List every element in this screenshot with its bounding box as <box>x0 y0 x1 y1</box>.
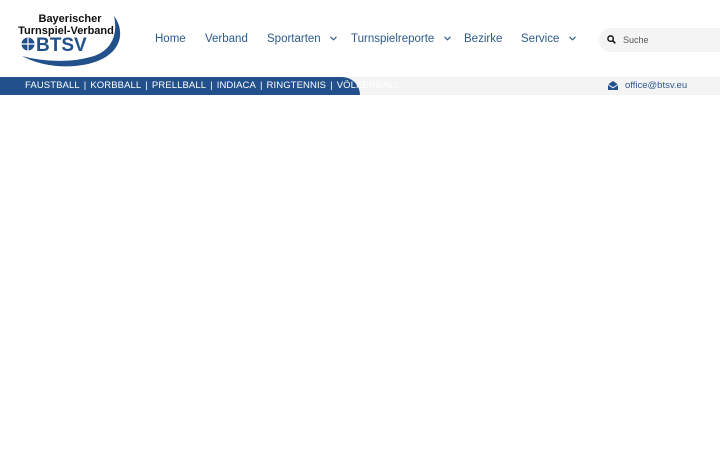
sports-subbar: FAUSTBALL | KORBBALL | PRELLBALL | INDIACA | RIN… <box>0 77 720 95</box>
site-header: Bayerischer Turnspiel-Verband BTSV Home … <box>0 0 720 77</box>
contact-email: office@btsv.eu <box>625 80 688 91</box>
nav-item-sportarten[interactable]: Sportarten <box>267 32 337 46</box>
separator: | <box>259 80 263 91</box>
nav-item-label: Sportarten <box>267 33 321 45</box>
nav-item-home[interactable]: Home <box>155 32 186 46</box>
nav-item-label: Bezirke <box>464 33 503 45</box>
sport-link-ringtennis[interactable]: RINGTENNIS <box>267 80 327 91</box>
nav-item-label: Verband <box>205 33 248 45</box>
nav-item-service[interactable]: Service <box>521 32 576 46</box>
sports-band: FAUSTBALL | KORBBALL | PRELLBALL | INDIACA | RIN… <box>0 77 399 95</box>
sport-link-voelkerball[interactable]: VÖLKERBALL <box>337 80 400 91</box>
separator: | <box>83 80 87 91</box>
sport-link-indiaca[interactable]: INDIACA <box>217 80 256 91</box>
search-box <box>599 28 720 52</box>
sport-link-prellball[interactable]: PRELLBALL <box>152 80 206 91</box>
search-icon[interactable] <box>607 35 616 44</box>
separator: | <box>210 80 213 91</box>
nav-item-label: Service <box>521 33 560 45</box>
chevron-down-icon <box>330 36 337 42</box>
nav-item-bezirke[interactable]: Bezirke <box>464 32 502 46</box>
nav-item-label: Home <box>155 33 186 45</box>
main-nav: Home Verband Sportarten Turnspielreporte… <box>0 0 600 77</box>
sport-link-korbball[interactable]: KORBBALL <box>90 80 141 91</box>
nav-item-turnspielreporte[interactable]: Turnspielreporte <box>351 32 451 46</box>
nav-item-verband[interactable]: Verband <box>205 32 248 46</box>
nav-item-label: Turnspielreporte <box>351 33 435 45</box>
main-content <box>0 95 720 450</box>
sports-links: FAUSTBALL | KORBBALL | PRELLBALL | INDIACA | RIN… <box>25 80 400 91</box>
search-input[interactable] <box>623 31 715 49</box>
separator: | <box>330 80 333 91</box>
chevron-down-icon <box>443 36 451 42</box>
mail-open-icon <box>607 81 619 90</box>
separator: | <box>145 80 148 91</box>
sport-link-faustball[interactable]: FAUSTBALL <box>25 80 80 91</box>
chevron-down-icon <box>568 36 576 42</box>
